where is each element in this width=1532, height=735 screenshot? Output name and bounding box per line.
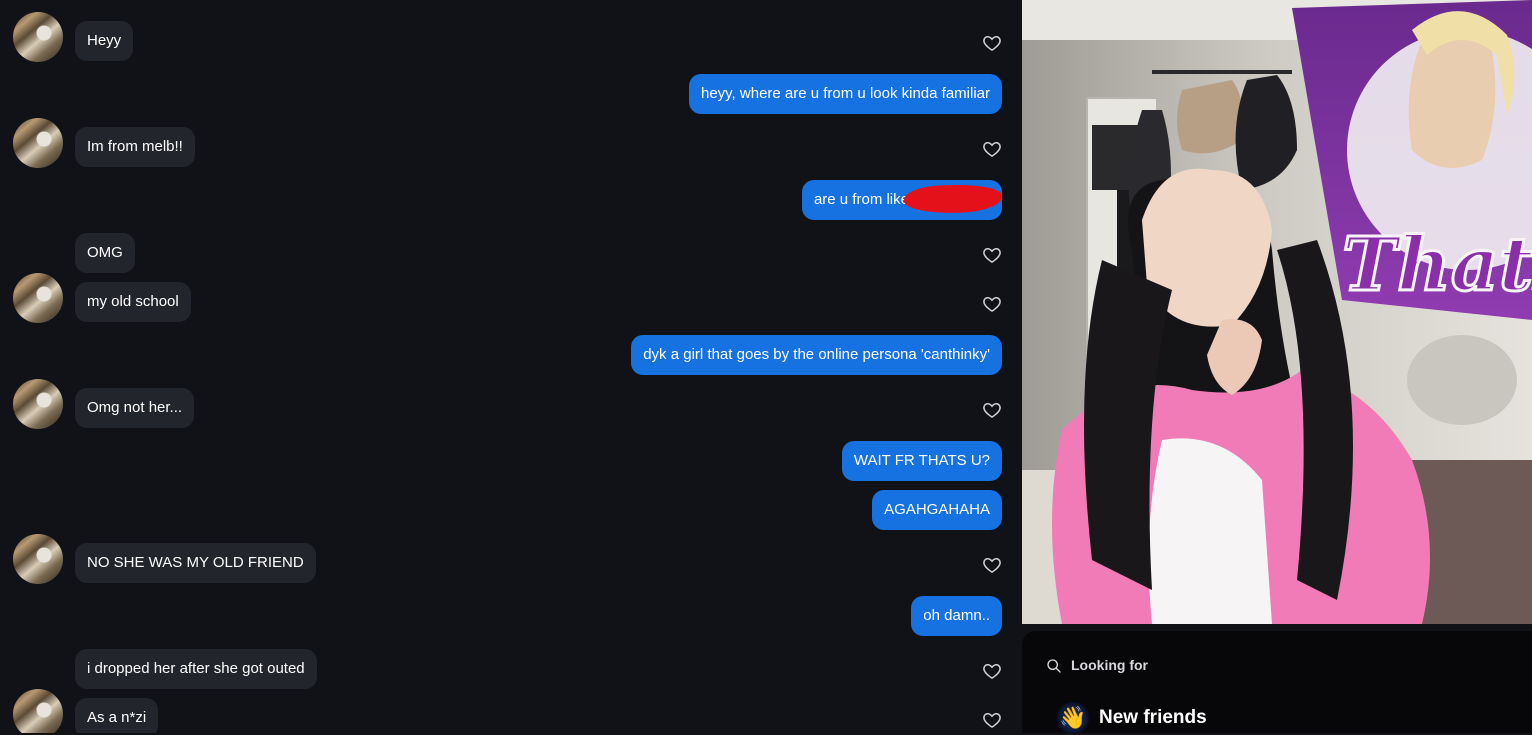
sender-avatar[interactable] bbox=[13, 273, 63, 323]
sender-avatar[interactable] bbox=[13, 379, 63, 429]
search-icon[interactable] bbox=[1046, 658, 1062, 674]
poster-text: Thats bbox=[1342, 222, 1532, 308]
like-heart-icon[interactable] bbox=[982, 661, 1002, 681]
sender-avatar[interactable] bbox=[13, 118, 63, 168]
message-bubble-outgoing[interactable]: heyy, where are u from u look kinda fami… bbox=[688, 74, 1002, 114]
message-bubble-incoming[interactable]: my old school bbox=[75, 282, 191, 322]
message-bubble-incoming[interactable]: Omg not her... bbox=[75, 388, 195, 428]
profile-photo[interactable]: Thats bbox=[1022, 0, 1532, 624]
sender-avatar[interactable] bbox=[13, 689, 63, 733]
bottom-sheet: Looking for 👋 New friends bbox=[1022, 631, 1532, 735]
waving-hand-icon: 👋 bbox=[1056, 701, 1090, 735]
message-bubble-outgoing[interactable]: oh damn.. bbox=[911, 596, 1002, 636]
sender-avatar[interactable] bbox=[13, 12, 63, 62]
chat-thread: Heyy heyy, where are u from u look kinda… bbox=[0, 0, 1022, 733]
like-heart-icon[interactable] bbox=[982, 710, 1002, 730]
profile-photo-illustration: Thats bbox=[1022, 0, 1532, 624]
message-bubble-incoming[interactable]: Im from melb!! bbox=[75, 127, 195, 167]
message-bubble-incoming[interactable]: OMG bbox=[75, 233, 135, 273]
looking-for-label[interactable]: Looking for bbox=[1071, 657, 1148, 673]
like-heart-icon[interactable] bbox=[982, 555, 1002, 575]
like-heart-icon[interactable] bbox=[982, 245, 1002, 265]
like-heart-icon[interactable] bbox=[982, 33, 1002, 53]
sender-avatar[interactable] bbox=[13, 534, 63, 584]
message-bubble-incoming[interactable]: i dropped her after she got outed bbox=[75, 649, 317, 689]
message-bubble-incoming[interactable]: As a n*zi bbox=[75, 698, 159, 733]
like-heart-icon[interactable] bbox=[982, 139, 1002, 159]
message-bubble-outgoing[interactable]: WAIT FR THATS U? bbox=[841, 441, 1002, 481]
like-heart-icon[interactable] bbox=[982, 294, 1002, 314]
message-bubble-incoming[interactable]: Heyy bbox=[75, 21, 134, 61]
message-bubble-outgoing[interactable]: dyk a girl that goes by the online perso… bbox=[631, 335, 1002, 375]
new-friends-option[interactable]: New friends bbox=[1099, 707, 1207, 729]
like-heart-icon[interactable] bbox=[982, 400, 1002, 420]
message-bubble-outgoing[interactable]: AGAHGAHAHA bbox=[872, 490, 1002, 530]
message-bubble-incoming[interactable]: NO SHE WAS MY OLD FRIEND bbox=[75, 543, 316, 583]
